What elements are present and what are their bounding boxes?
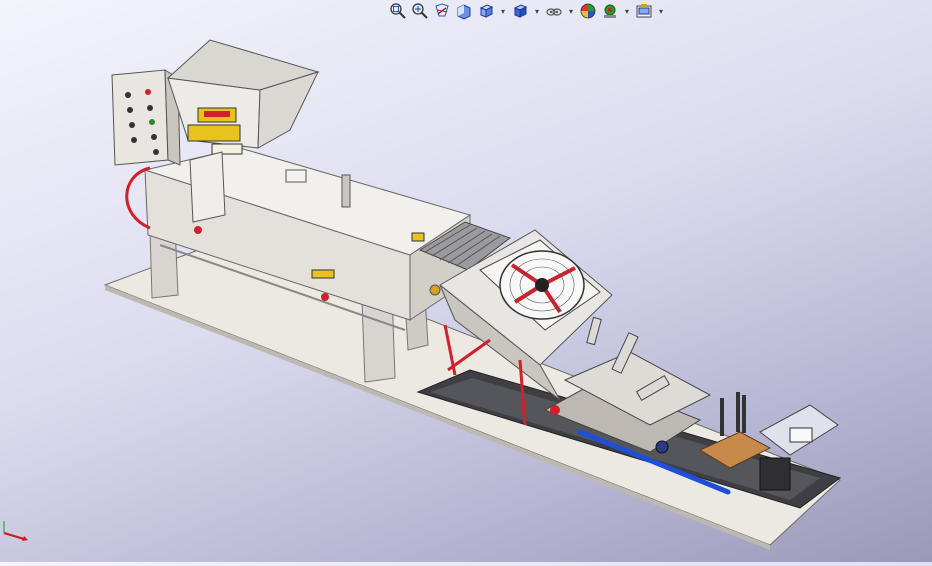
zoom-to-fit-icon [390, 3, 406, 19]
heads-up-view-toolbar: ▾ ▾ ▾ ▾ ▾ [388, 0, 688, 22]
zoom-to-area-icon [412, 3, 428, 19]
view-orientation-dropdown[interactable]: ▾ [498, 1, 508, 21]
apply-scene-dropdown[interactable]: ▾ [622, 1, 632, 21]
hopper-display-digits [204, 111, 230, 117]
view-orientation-icon [479, 4, 494, 18]
hopper-switch-row [211, 143, 243, 155]
red-knob [550, 405, 560, 415]
view-orientation-button[interactable] [476, 1, 496, 21]
warning-label [311, 269, 335, 279]
terminal-block [285, 169, 307, 183]
hide-show-items-button[interactable] [544, 1, 564, 21]
display-style-icon [513, 4, 528, 18]
section-view-button[interactable] [454, 1, 474, 21]
view-settings-icon [636, 4, 652, 18]
control-panel [111, 69, 169, 166]
edit-appearance-button[interactable] [578, 1, 598, 21]
x-axis-icon [3, 532, 25, 540]
fan-hub [535, 278, 549, 292]
apply-scene-button[interactable] [600, 1, 620, 21]
vertical-shaft [341, 174, 351, 208]
chevron-down-icon: ▾ [624, 6, 629, 16]
apply-scene-icon [604, 4, 616, 18]
chevron-down-icon: ▾ [658, 6, 663, 16]
axis-triad [3, 521, 28, 541]
display-style-button[interactable] [510, 1, 530, 21]
section-view-icon [457, 4, 471, 20]
hide-show-items-dropdown[interactable]: ▾ [566, 1, 576, 21]
red-knob [194, 226, 202, 234]
previous-view-button[interactable] [432, 1, 452, 21]
chevron-down-icon: ▾ [534, 6, 539, 16]
previous-view-icon [435, 3, 449, 17]
hide-show-items-icon [546, 8, 562, 16]
hopper-label-plate [187, 124, 241, 142]
chevron-down-icon: ▾ [500, 6, 505, 16]
tray-label-card [789, 427, 813, 443]
gear-wheel [429, 284, 441, 296]
view-settings-dropdown[interactable]: ▾ [656, 1, 666, 21]
model-view[interactable] [0, 0, 932, 562]
chevron-down-icon: ▾ [568, 6, 573, 16]
red-knob [321, 293, 329, 301]
blue-gear [655, 440, 669, 454]
sensor-posts [720, 392, 746, 436]
warning-label [411, 232, 425, 242]
zoom-to-fit-button[interactable] [388, 1, 408, 21]
edit-appearance-icon [580, 3, 596, 19]
view-settings-button[interactable] [634, 1, 654, 21]
display-style-dropdown[interactable]: ▾ [532, 1, 542, 21]
zoom-to-area-button[interactable] [410, 1, 430, 21]
graphics-area[interactable] [0, 0, 932, 562]
feed-chute [189, 151, 226, 223]
tray-stand [759, 457, 791, 491]
